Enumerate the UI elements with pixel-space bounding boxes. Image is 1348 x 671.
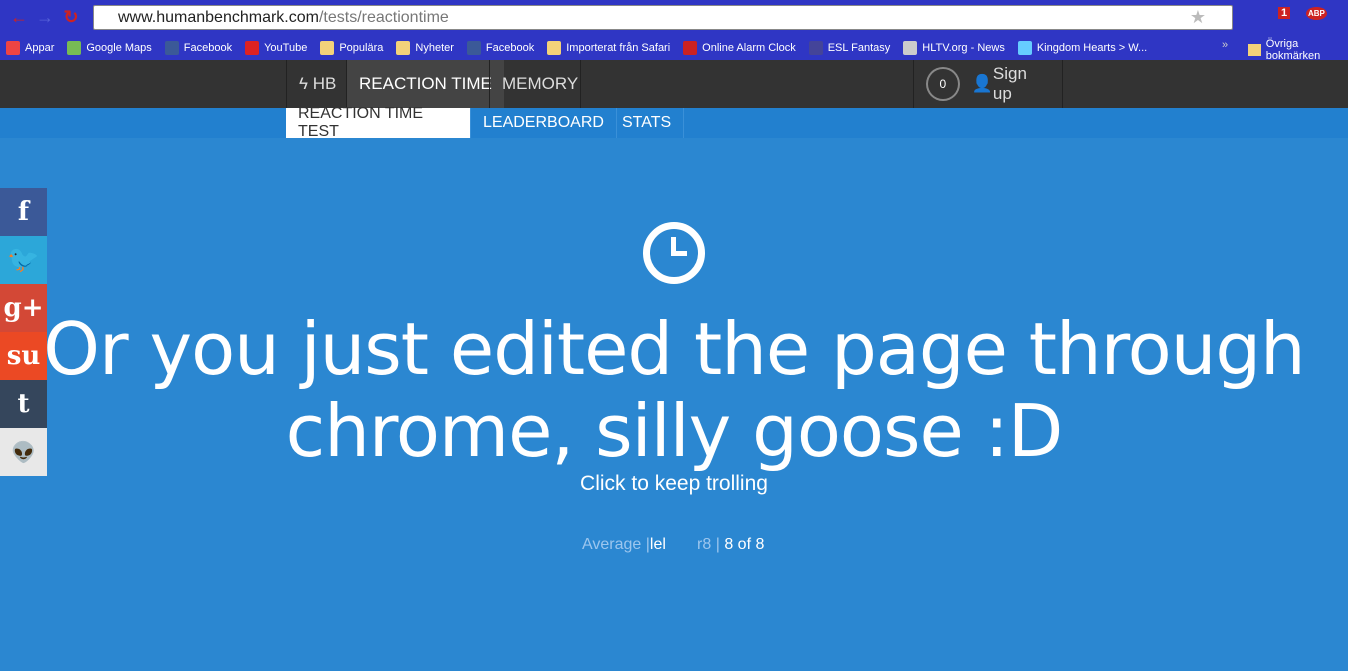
tab-stats[interactable]: STATS <box>610 108 685 138</box>
bookmark-label: Nyheter <box>415 41 454 54</box>
bookmarks-overflow[interactable]: » <box>1222 39 1228 51</box>
bookmark-item[interactable]: Importerat från Safari <box>547 40 671 55</box>
address-bar[interactable]: www.humanbenchmark.com/tests/reactiontim… <box>93 5 1233 30</box>
bookmark-label: Facebook <box>485 41 535 54</box>
bookmark-item[interactable]: Populära <box>320 40 384 55</box>
user-icon: 👤 <box>971 74 993 93</box>
bookmark-item[interactable]: Google Maps <box>67 40 152 55</box>
bookmark-label: YouTube <box>264 41 308 54</box>
abp-label: ABP <box>1308 9 1325 18</box>
bookmark-label: Populära <box>339 41 384 54</box>
twitter-icon: 🐦 <box>7 245 40 275</box>
sub-nav: REACTION TIME TEST LEADERBOARD STATS <box>0 105 1348 140</box>
bookmark-label: HLTV.org - News <box>922 41 1005 54</box>
gmail-icon[interactable]: 1 <box>1278 7 1291 19</box>
bookmark-item[interactable]: Appar <box>6 40 55 55</box>
stats-line: Average |lel r8 | 8 of 8 <box>582 536 764 554</box>
bookmark-item[interactable]: Facebook <box>466 40 535 55</box>
bookmark-label: Online Alarm Clock <box>702 41 796 54</box>
bookmark-icon <box>320 40 335 55</box>
bookmarks-bar: Appar Google Maps Facebook YouTube Populära N… <box>0 35 1348 60</box>
share-twitter-button[interactable]: 🐦 <box>0 236 47 284</box>
bookmark-label: Appar <box>25 41 55 54</box>
bookmark-item[interactable]: HLTV.org - News <box>903 40 1005 55</box>
top-nav: ϟ HB REACTION TIME MEMORY 0 👤 Sign up <box>0 60 1348 108</box>
bookmark-icon <box>164 40 179 55</box>
adblock-icon[interactable]: ABP <box>1306 7 1327 20</box>
bookmark-icon <box>466 40 481 55</box>
clock-icon <box>643 222 705 284</box>
bolt-icon: ϟ <box>299 74 313 93</box>
bookmark-icon <box>808 40 823 55</box>
nav-memory[interactable]: MEMORY <box>489 60 581 108</box>
url-host: www.humanbenchmark.com <box>118 8 319 26</box>
bookmark-item[interactable]: ESL Fantasy <box>808 40 891 55</box>
other-bookmarks[interactable]: Övriga bokmärken <box>1248 38 1348 62</box>
bookmark-icon <box>683 40 698 55</box>
bookmark-label: Facebook <box>183 41 233 54</box>
forward-icon[interactable]: → <box>32 7 58 28</box>
other-bookmarks-label: Övriga bokmärken <box>1265 38 1321 62</box>
bookmark-icon <box>67 40 82 55</box>
url-path: /tests/reactiontime <box>318 8 449 26</box>
bookmark-icon <box>903 40 918 55</box>
browser-chrome: ← → ↻ www.humanbenchmark.com/tests/react… <box>0 0 1348 62</box>
average-value: lel <box>649 536 666 553</box>
bookmark-item[interactable]: Nyheter <box>396 40 454 55</box>
headline-line-1: Or you just edited the page through <box>43 307 1305 391</box>
score-badge: 0 <box>926 67 960 101</box>
bookmark-icon <box>1017 40 1032 55</box>
tab-leaderboard[interactable]: LEADERBOARD <box>471 108 617 138</box>
bookmark-icon <box>245 40 260 55</box>
gmail-badge: 1 <box>1281 7 1288 19</box>
bookmark-item[interactable]: Facebook <box>164 40 233 55</box>
bookmark-item[interactable]: Kingdom Hearts > W... <box>1017 40 1148 55</box>
share-facebook-button[interactable]: f <box>0 188 47 236</box>
nav-reaction-time[interactable]: REACTION TIME <box>346 60 504 108</box>
bookmark-icon <box>396 40 411 55</box>
bookmark-label: Kingdom Hearts > W... <box>1036 41 1148 54</box>
bookmark-item[interactable]: Online Alarm Clock <box>683 40 796 55</box>
bookmark-star-icon[interactable]: ★ <box>1190 7 1206 28</box>
result-headline[interactable]: Or you just edited the page through chrom… <box>0 308 1348 472</box>
bookmark-item[interactable]: YouTube <box>245 40 308 55</box>
bookmark-icon <box>6 40 20 55</box>
round-label: r8 | <box>697 536 720 553</box>
headline-line-2: chrome, silly goose :D <box>285 389 1064 473</box>
bookmark-label: Importerat från Safari <box>566 41 671 54</box>
back-icon[interactable]: ← <box>6 7 32 28</box>
bookmark-label: ESL Fantasy <box>827 41 891 54</box>
round-value: 8 of 8 <box>724 536 765 553</box>
reload-icon[interactable]: ↻ <box>58 7 84 28</box>
facebook-icon: f <box>17 197 30 227</box>
bookmark-icon <box>547 40 562 55</box>
average-label: Average | <box>582 536 650 553</box>
logo: HB <box>312 74 337 93</box>
signup-link[interactable]: Sign up <box>993 64 1050 104</box>
tab-reaction-time-test[interactable]: REACTION TIME TEST <box>286 105 471 140</box>
bookmark-label: Google Maps <box>86 41 152 54</box>
nav-home[interactable]: ϟ HB <box>286 60 346 108</box>
click-to-continue[interactable]: Click to keep trolling <box>0 472 1348 496</box>
